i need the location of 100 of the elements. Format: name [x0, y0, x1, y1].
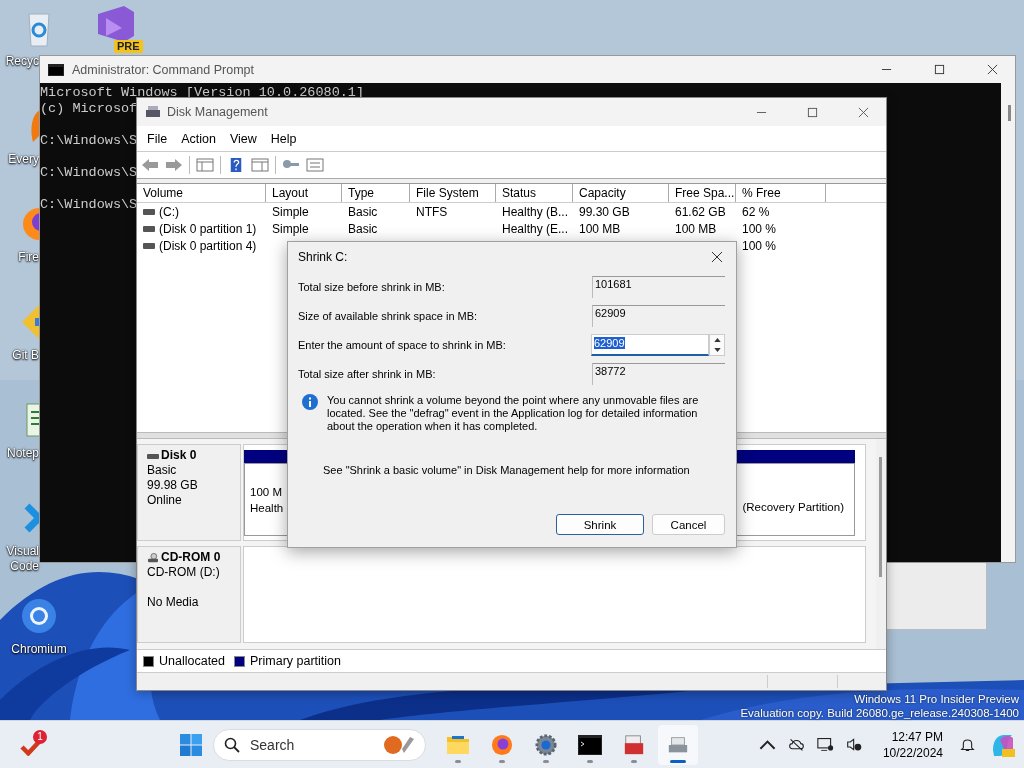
window-title: Disk Management: [167, 105, 268, 119]
search-icon: [224, 736, 240, 753]
maximize-icon[interactable]: [934, 64, 945, 75]
column-header[interactable]: Type: [342, 184, 410, 202]
column-header[interactable]: % Free: [736, 184, 826, 202]
window-title: Administrator: Command Prompt: [72, 62, 254, 77]
console-line: C:\Windows\S: [40, 197, 138, 213]
monitor-icon[interactable]: [816, 737, 834, 752]
column-header[interactable]: Volume: [137, 184, 266, 202]
disk-name: CD-ROM 0: [161, 550, 221, 565]
menu-item[interactable]: View: [222, 131, 264, 146]
cloud-off-icon[interactable]: [787, 737, 805, 752]
search-field[interactable]: Search: [248, 735, 375, 754]
fox-globe-icon: [490, 733, 514, 756]
bell-icon[interactable]: [959, 737, 976, 752]
spin-buttons[interactable]: [709, 333, 725, 356]
table-cell-text: Basic: [347, 204, 379, 219]
table-cell-text: Healthy (B...: [501, 204, 570, 219]
close-icon[interactable]: [858, 106, 869, 118]
field-label: Total size before shrink in MB:: [298, 280, 445, 293]
icon-label: Notep: [5, 446, 39, 461]
watermark-text: Windows 11 Pro Insider Preview: [854, 692, 1019, 706]
readonly-field: 101681: [592, 275, 725, 298]
disk-status: Online: [147, 493, 183, 508]
table-cell-text: Healthy (E...: [501, 221, 570, 236]
clock-date: 10/22/2024: [882, 744, 943, 761]
ball-icon: [383, 734, 417, 755]
icon-label: Code: [9, 559, 39, 574]
column-header[interactable]: File System: [410, 184, 496, 202]
speaker-muted-icon[interactable]: [845, 737, 863, 752]
icon-label: Every: [7, 152, 39, 167]
windows-start-icon[interactable]: [179, 732, 203, 757]
field-label: Total size after shrink in MB:: [298, 367, 436, 380]
pre-badge: PRE: [114, 40, 143, 53]
toolbox-icon: [622, 733, 646, 756]
table-cell-text: NTFS: [415, 204, 449, 219]
icon-label: Git B: [11, 348, 39, 363]
console-line: (c) Microsof: [40, 101, 138, 117]
partition-text: 100 M: [250, 484, 283, 500]
menu-item[interactable]: Help: [263, 131, 304, 146]
disk-status: No Media: [147, 595, 200, 610]
disc-drive-icon: [147, 552, 159, 563]
drive-icon: [145, 105, 161, 119]
menu-item[interactable]: Action: [174, 131, 223, 146]
legend-label: Unallocated: [159, 654, 225, 668]
legend-label: Primary partition: [250, 654, 341, 668]
disk-label-panel[interactable]: Disk 0 Basic 99.98 GB Online: [137, 444, 241, 541]
info-text: You cannot shrink a volume beyond the point where any unmovable files are located. See the "defrag" event in the Application log for detailed information about the operation when it has completed.: [327, 394, 700, 433]
help-text: See "Shrink a basic volume" in Disk Management help for more information: [322, 464, 691, 476]
dialog-button[interactable]: Shrink: [556, 514, 644, 535]
field-label: Size of available shrink space in MB:: [298, 309, 478, 322]
input-field[interactable]: 62909: [591, 333, 709, 356]
forward-arrow-icon[interactable]: [165, 158, 183, 172]
back-arrow-icon[interactable]: [141, 158, 159, 172]
settings-icon: [534, 733, 558, 756]
up-arrow-icon[interactable]: [713, 337, 721, 342]
disk-info: 99.98 GB: [147, 478, 199, 493]
table-cell-text: 61.62 GB: [674, 204, 727, 219]
scrollbar-thumb[interactable]: [1008, 105, 1011, 121]
maximize-icon[interactable]: [807, 106, 818, 118]
table-cell-text: 100 MB: [578, 221, 622, 236]
readonly-field: 38772: [592, 362, 725, 385]
menu-item[interactable]: File: [140, 131, 175, 146]
table-cell-text: Simple: [271, 221, 310, 236]
console-line: C:\Windows\S: [40, 165, 138, 181]
drive-icon: [143, 225, 155, 232]
panel-icon[interactable]: [251, 158, 269, 172]
icon-label: Recyc: [4, 54, 39, 69]
console-line: Microsoft Windows [Version 10.0.26080.1]: [40, 85, 365, 101]
disk-label-panel[interactable]: CD-ROM 0 CD-ROM (D:) No Media: [137, 546, 241, 643]
column-header[interactable]: Capacity: [573, 184, 669, 202]
table-cell: (Disk 0 partition 4): [159, 238, 257, 253]
close-icon[interactable]: [711, 251, 723, 263]
close-icon[interactable]: [987, 64, 998, 75]
column-header[interactable]: Free Spa...: [669, 184, 736, 202]
clock[interactable]: 12:47 PM 10/22/2024: [882, 728, 943, 761]
drive-icon: [143, 208, 155, 215]
table-cell-text: 62 %: [741, 204, 771, 219]
scrollbar-thumb[interactable]: [879, 457, 882, 577]
down-arrow-icon[interactable]: [713, 347, 721, 352]
dialog-title: Shrink C:: [298, 250, 348, 264]
folder-icon: [446, 733, 470, 756]
readonly-field: 62909: [592, 304, 725, 327]
table-cell: (Disk 0 partition 1): [159, 221, 257, 236]
column-header[interactable]: Status: [496, 184, 573, 202]
table-cell-text: 99.30 GB: [578, 204, 631, 219]
console-icon: [48, 63, 64, 76]
chevron-up-icon[interactable]: [758, 737, 776, 752]
column-header[interactable]: Layout: [266, 184, 342, 202]
notification-badge: 1: [33, 729, 47, 744]
search-box[interactable]: Search: [213, 728, 426, 761]
table-cell-text: Basic: [347, 221, 379, 236]
console-line: C:\Windows\S: [40, 133, 138, 149]
info-icon: [302, 394, 318, 410]
panel-icon[interactable]: [196, 158, 214, 172]
ring-icon[interactable]: [19, 596, 59, 636]
icon-label: Fire: [17, 250, 39, 265]
disk-name: Disk 0: [161, 448, 197, 463]
terminal-icon: [578, 733, 602, 756]
dialog-button[interactable]: Cancel: [652, 514, 725, 535]
